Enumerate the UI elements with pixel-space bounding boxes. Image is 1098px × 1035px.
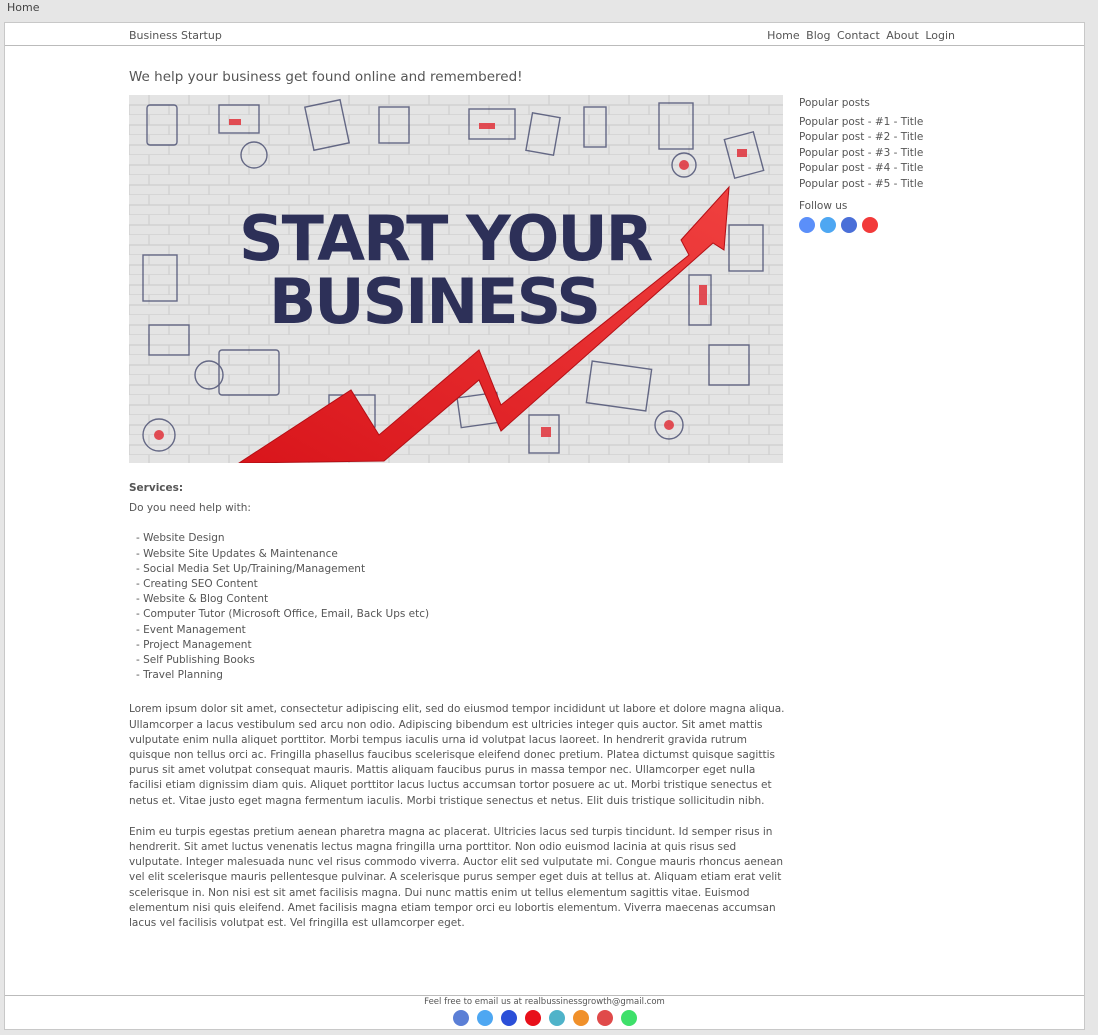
brand-link[interactable]: Business Startup [129,29,222,42]
social-icon[interactable] [452,1010,469,1026]
social-icon[interactable] [841,217,857,234]
services-intro: Do you need help with: [129,502,251,515]
list-item: - Website Site Updates & Maintenance [136,547,338,560]
sidebar: Popular posts Popular post - #1 - Title … [799,97,999,234]
list-item: Popular post - #1 - Title [799,115,999,130]
list-item: - Travel Planning [136,669,223,682]
list-item: - Computer Tutor (Microsoft Office, Emai… [136,608,430,621]
nav-link-blog[interactable]: Blog [806,29,830,42]
hero-image: START YOUR BUSINESS [129,95,783,463]
body-paragraph: Lorem ipsum dolor sit amet, consectetur … [129,703,785,807]
social-icon[interactable] [862,217,878,234]
popular-post-link[interactable]: Popular post - #4 - Title [799,162,923,174]
social-icon[interactable] [799,217,815,234]
list-item: Popular post - #5 - Title [799,177,999,192]
nav-menu: Home Blog Contact About Login [764,29,955,42]
social-icon[interactable] [476,1010,493,1026]
popular-post-link[interactable]: Popular post - #3 - Title [799,147,923,159]
list-item: - Website Design [136,532,225,545]
hero-text-line2: BUSINESS [269,265,599,338]
top-navbar: Business Startup Home Blog Contact About… [5,23,1084,46]
social-icon[interactable] [500,1010,517,1026]
social-icon[interactable] [620,1010,637,1026]
start-your-business-illustration: START YOUR BUSINESS [129,95,783,463]
popular-post-link[interactable]: Popular post - #5 - Title [799,178,923,190]
page-footer: Feel free to email us at realbussinessgr… [5,995,1084,1030]
nav-link-about[interactable]: About [886,29,919,42]
social-icon[interactable] [524,1010,541,1026]
page-tagline: We help your business get found online a… [129,69,523,85]
list-item: - Website & Blog Content [136,593,269,606]
popular-post-link[interactable]: Popular post - #1 - Title [799,116,923,128]
body-paragraph: Enim eu turpis egestas pretium aenean ph… [129,825,784,930]
nav-link-login[interactable]: Login [925,29,955,42]
page-frame: Business Startup Home Blog Contact About… [4,22,1085,1030]
social-icon[interactable] [572,1010,589,1026]
list-item: - Project Management [136,638,252,651]
popular-post-link[interactable]: Popular post - #2 - Title [799,131,923,143]
list-item: Popular post - #4 - Title [799,161,999,176]
list-item: Popular post - #2 - Title [799,130,999,145]
social-icon[interactable] [820,217,836,234]
popular-posts-heading: Popular posts [799,97,870,109]
footer-email-text: Feel free to email us at realbussinessgr… [424,997,665,1007]
popular-posts-list: Popular post - #1 - Title Popular post -… [799,115,999,192]
browser-tab-label[interactable]: Home [7,1,39,14]
footer-social-icons [5,1010,1084,1026]
nav-link-home[interactable]: Home [767,29,799,42]
main-content: Services: Do you need help with: - Websi… [129,481,785,931]
social-icon[interactable] [548,1010,565,1026]
social-icon[interactable] [596,1010,613,1026]
list-item: - Event Management [136,623,246,636]
list-item: - Social Media Set Up/Training/Managemen… [136,562,366,575]
nav-link-contact[interactable]: Contact [837,29,880,42]
list-item: - Creating SEO Content [136,578,258,591]
social-icons [799,217,999,234]
services-list: - Website Design - Website Site Updates … [129,531,785,683]
list-item: - Self Publishing Books [136,654,255,667]
follow-us-heading: Follow us [799,200,848,213]
list-item: Popular post - #3 - Title [799,146,999,161]
services-heading: Services: [129,482,184,494]
